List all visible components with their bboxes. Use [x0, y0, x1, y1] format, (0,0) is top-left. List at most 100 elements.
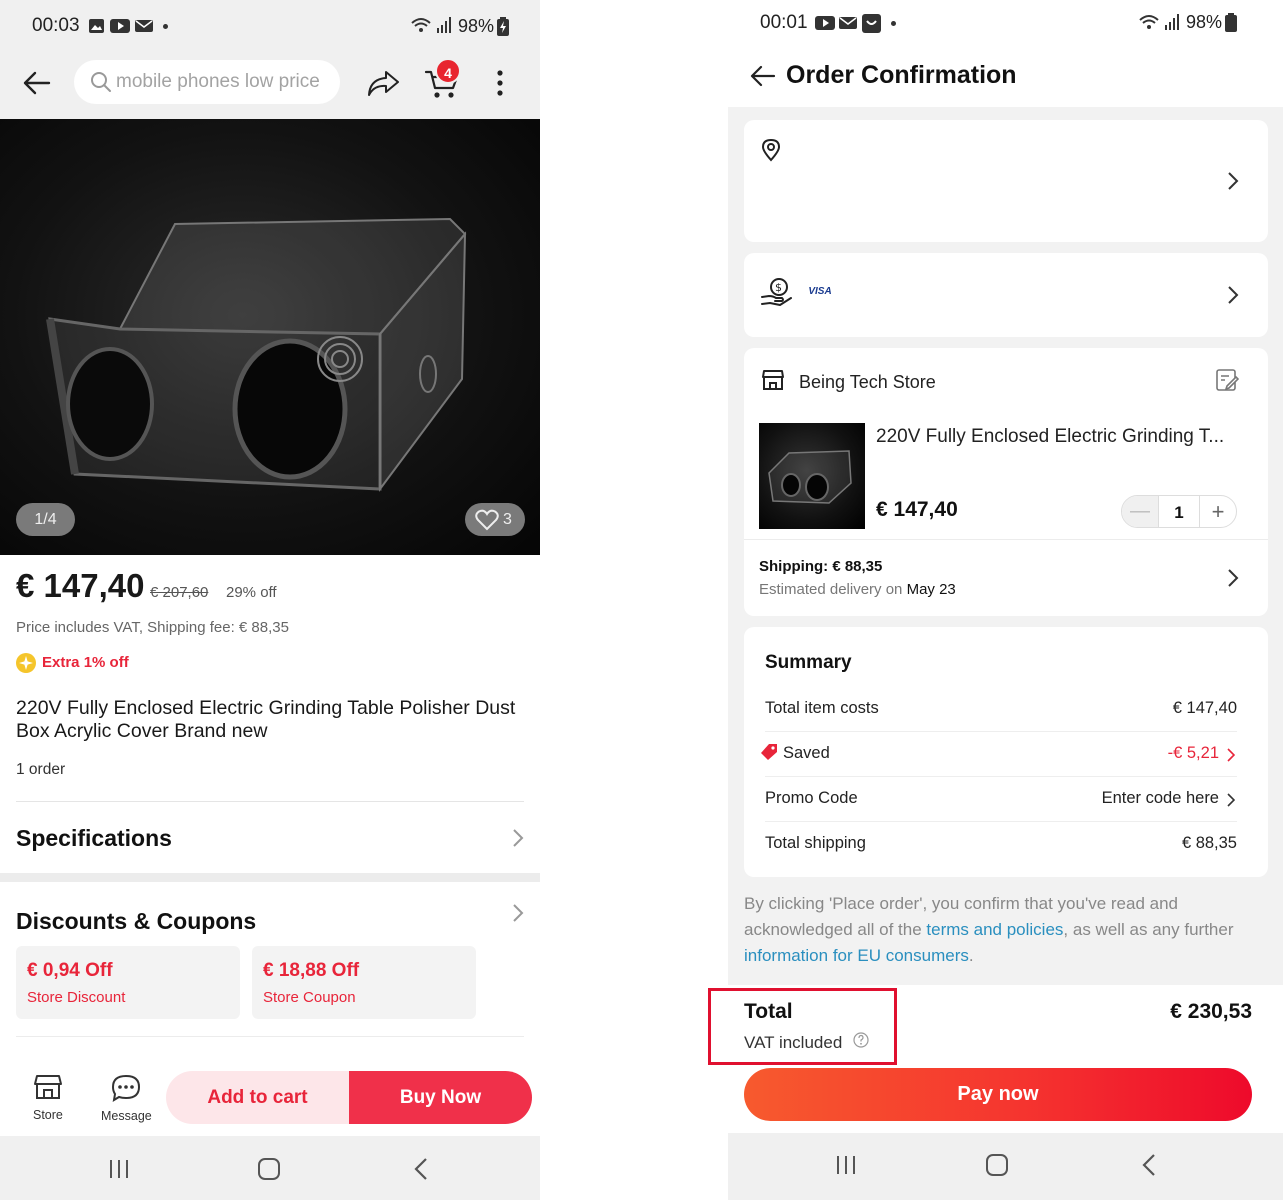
coupon-label: Store Coupon: [263, 989, 356, 1006]
wifi-icon: [1138, 13, 1160, 31]
back-nav-icon[interactable]: [1141, 1153, 1157, 1177]
message-button[interactable]: Message: [96, 1070, 158, 1130]
divider: [16, 1036, 524, 1037]
eu-consumer-info-link[interactable]: information for EU consumers: [744, 946, 969, 965]
item-title[interactable]: 220V Fully Enclosed Electric Grinding T.…: [876, 426, 1256, 448]
back-arrow-icon[interactable]: [750, 65, 776, 87]
page-title: Order Confirmation: [786, 61, 1017, 89]
shipping-cost: Shipping: € 88,35: [759, 558, 883, 575]
store-label: Store: [33, 1108, 63, 1122]
search-icon: [90, 71, 112, 93]
cart-count-badge: 4: [435, 58, 461, 84]
specifications-heading[interactable]: Specifications: [16, 825, 172, 852]
coupon-store-coupon[interactable]: € 18,88 Off Store Coupon: [252, 946, 476, 1019]
chat-bubble-icon: [111, 1074, 141, 1102]
terms-and-policies-link[interactable]: terms and policies: [926, 920, 1063, 939]
coupon-label: Store Discount: [27, 989, 126, 1006]
battery-charging-icon: [497, 17, 509, 36]
system-nav-bar: [728, 1133, 1283, 1200]
store-name[interactable]: Being Tech Store: [799, 372, 936, 393]
original-price: € 207,60: [150, 584, 209, 601]
store-button[interactable]: Store: [22, 1070, 74, 1130]
payment-method-card[interactable]: $ VISA: [744, 253, 1268, 337]
wishlist-button[interactable]: 3: [465, 503, 525, 536]
promo-code-input[interactable]: Enter code here: [1102, 789, 1219, 808]
more-notifications-dot: [163, 24, 168, 29]
more-options-icon[interactable]: [496, 69, 504, 97]
message-label: Message: [101, 1109, 152, 1123]
summary-value: € 147,40: [1172, 699, 1237, 717]
buy-now-button[interactable]: Buy Now: [349, 1071, 532, 1124]
edit-note-icon[interactable]: [1215, 368, 1239, 392]
extra-offer-text[interactable]: Extra 1% off: [42, 654, 129, 671]
summary-label: Promo Code: [765, 789, 858, 807]
shipping-option-row[interactable]: Shipping: € 88,35 Estimated delivery on …: [744, 540, 1268, 616]
back-nav-icon[interactable]: [413, 1157, 429, 1181]
summary-row-promo-code[interactable]: Promo Code Enter code here: [765, 776, 1237, 822]
total-highlight-annotation: [708, 988, 897, 1065]
summary-label: Total shipping: [765, 834, 866, 852]
item-price: € 147,40: [876, 498, 958, 521]
chevron-right-icon[interactable]: [512, 828, 524, 848]
add-to-cart-button[interactable]: Add to cart: [166, 1071, 349, 1124]
image-counter: 1/4: [16, 503, 75, 536]
summary-row-item-costs: Total item costs € 147,40: [765, 686, 1237, 732]
summary-label: Saved: [783, 744, 830, 762]
coupon-amount: € 18,88 Off: [263, 960, 360, 981]
heart-icon: [475, 509, 499, 531]
payment-hand-coin-icon: $: [760, 277, 794, 307]
back-arrow-icon[interactable]: [22, 70, 52, 96]
wifi-icon: [410, 16, 432, 34]
mail-notification-icon: [839, 15, 857, 31]
discount-percent: 29% off: [226, 584, 277, 601]
delivery-prefix: Estimated delivery on: [759, 581, 907, 598]
quantity-stepper: — 1 +: [1121, 495, 1237, 528]
item-thumbnail[interactable]: [759, 423, 865, 529]
product-title: 220V Fully Enclosed Electric Grinding Ta…: [16, 697, 516, 742]
search-input[interactable]: mobile phones low price: [74, 60, 340, 104]
product-image[interactable]: [0, 119, 540, 555]
coupon-store-discount[interactable]: € 0,94 Off Store Discount: [16, 946, 240, 1019]
summary-row-saved[interactable]: Saved -€ 5,21: [761, 731, 1237, 777]
recent-apps-icon[interactable]: [108, 1158, 130, 1180]
current-price: € 147,40: [16, 567, 145, 604]
discounts-heading[interactable]: Discounts & Coupons: [16, 908, 256, 935]
summary-label: Total item costs: [765, 699, 879, 717]
search-placeholder: mobile phones low price: [116, 71, 320, 92]
battery-percent: 98%: [1186, 12, 1223, 32]
chevron-right-icon: [1227, 171, 1239, 191]
home-icon[interactable]: [257, 1157, 281, 1181]
price-tag-icon: [760, 743, 778, 761]
quantity-value[interactable]: 1: [1158, 496, 1200, 527]
pay-now-button[interactable]: Pay now: [744, 1068, 1252, 1121]
increase-quantity-button[interactable]: +: [1200, 496, 1236, 527]
chevron-right-icon: [1227, 285, 1239, 305]
summary-row-shipping: Total shipping € 88,35: [765, 821, 1237, 867]
shipping-address-card[interactable]: [744, 120, 1268, 242]
terms-text: , as well as any further: [1063, 920, 1234, 939]
order-count: 1 order: [16, 761, 66, 778]
section-separator: [0, 873, 540, 882]
terms-text: .: [968, 946, 974, 965]
product-top-bar: mobile phones low price: [0, 52, 540, 119]
home-icon[interactable]: [985, 1153, 1009, 1177]
vat-shipping-note: Price includes VAT, Shipping fee: € 88,3…: [16, 619, 289, 636]
app-notification-icon: [862, 14, 881, 33]
product-detail-screen: 00:03 98% mobile phones low price 4 1/4 …: [0, 0, 540, 1200]
terms-notice: By clicking 'Place order', you confirm t…: [744, 891, 1244, 969]
store-icon: [761, 368, 785, 392]
coupon-amount: € 0,94 Off: [27, 960, 113, 981]
chevron-right-icon: [1227, 793, 1235, 807]
order-summary-card: Summary Total item costs € 147,40 Saved …: [744, 627, 1268, 877]
recent-apps-icon[interactable]: [835, 1154, 857, 1176]
youtube-notification-icon: [815, 15, 835, 31]
share-icon[interactable]: [366, 69, 400, 97]
svg-text:$: $: [775, 281, 782, 294]
more-notifications-dot: [891, 21, 896, 26]
battery-icon: [1225, 13, 1237, 32]
decrease-quantity-button[interactable]: —: [1122, 496, 1158, 527]
summary-value: € 88,35: [1181, 834, 1237, 852]
chevron-right-icon[interactable]: [512, 903, 524, 923]
chevron-right-icon: [1227, 568, 1239, 588]
gallery-notification-icon: [88, 18, 105, 34]
